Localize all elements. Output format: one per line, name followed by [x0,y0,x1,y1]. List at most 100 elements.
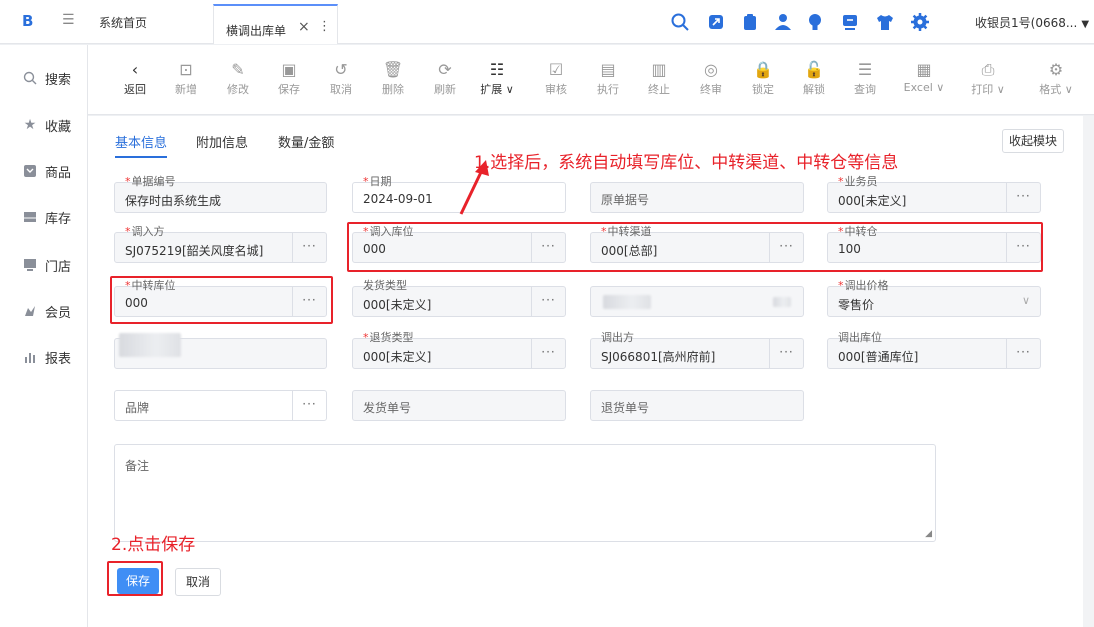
extend-button[interactable]: ☷ 扩展 ∨ [467,59,527,97]
menu-toggle-icon[interactable]: ☰ [62,12,75,28]
sidebar-item-member[interactable]: 会员 [22,301,71,321]
final-audit-label: 终审 [700,83,722,96]
query-button[interactable]: ☰ 查询 [835,59,895,97]
query-label: 查询 [854,83,876,96]
gear-icon[interactable] [910,12,930,32]
cancel-button[interactable]: 取消 [175,568,221,596]
undo-button[interactable]: ↺ 取消 [311,59,371,97]
doc-number-field[interactable]: *单据编号 保存时由系统生成 [114,176,327,213]
bulb-icon[interactable] [805,12,825,32]
collapse-module-button[interactable]: 收起模块 [1002,129,1064,153]
return-type-picker-button[interactable]: ··· [531,339,565,368]
format-button[interactable]: ⚙ 格式 ∨ [1026,59,1086,97]
original-doc-field[interactable]: 原单据号 [590,182,804,213]
sidebar-item-store[interactable]: 门店 [22,255,71,275]
toolbar-save-button[interactable]: ▣ 保存 [259,59,319,97]
search-icon[interactable] [670,12,690,32]
unlock-label: 解锁 [803,83,825,96]
redacted-field[interactable] [590,286,804,317]
screen-icon[interactable] [840,12,860,32]
salesman-field[interactable]: *业务员 000[未定义] ··· [827,176,1041,213]
out-party-picker-button[interactable]: ··· [769,339,803,368]
tab-home[interactable]: 系统首页 [99,14,147,31]
tab-basic-info[interactable]: 基本信息 [115,132,167,151]
clipboard-icon[interactable] [740,12,760,32]
refresh-label: 刷新 [434,83,456,96]
audit-button[interactable]: ☑ 审核 [526,59,586,97]
stock-icon [22,209,38,225]
shirt-icon[interactable] [875,12,895,32]
brand-field[interactable]: 品牌 ··· [114,390,327,421]
form-panel: 基本信息 附加信息 数量/金额 收起模块 *单据编号 保存时由系统生成 *日期 … [88,116,1094,627]
remark-placeholder: 备注 [125,459,150,473]
out-location-field[interactable]: 调出库位 000[普通库位] ··· [827,332,1041,369]
ship-number-placeholder: 发货单号 [363,401,412,415]
sidebar-item-label: 门店 [45,259,72,275]
sidebar-item-stock[interactable]: 库存 [22,207,71,227]
print-button[interactable]: ⎙ 打印 ∨ [958,59,1018,97]
return-type-field[interactable]: *退货类型 000[未定义] ··· [352,332,566,369]
sidebar-item-goods[interactable]: 商品 [22,161,71,181]
ship-number-field[interactable]: 发货单号 [352,390,566,421]
out-location-value: 000[普通库位] [838,350,919,364]
scrollbar[interactable] [1083,116,1094,627]
sidebar-item-favorites[interactable]: ★ 收藏 [22,115,71,135]
salesman-value: 000[未定义] [838,194,907,208]
print-icon: ⎙ [981,60,995,79]
resize-grip-icon[interactable]: ◢ [925,529,932,539]
in-party-field[interactable]: *调入方 SJ075219[韶关风度名城] ··· [114,226,327,263]
out-party-label: 调出方 [601,331,634,344]
user-menu[interactable]: 收银员1号(0668... ▼ [975,14,1089,31]
resize-icon[interactable] [706,12,726,32]
add-button[interactable]: ⊡ 新增 [156,59,216,97]
out-location-label: 调出库位 [838,331,882,344]
goods-icon [22,163,38,179]
tab-transfer-out[interactable]: 横调出库单 × ⋮ [213,4,338,44]
chevron-down-icon: ∨ [1021,294,1030,307]
out-price-select[interactable]: *调出价格 零售价 ∨ [827,280,1041,317]
delete-button[interactable]: 🗑 删除 [363,59,423,97]
date-label: 日期 [369,175,392,188]
active-tab-indicator [115,156,167,158]
user-icon[interactable] [773,12,793,32]
remark-textarea[interactable]: 备注 ◢ [114,444,936,542]
terminate-button[interactable]: ▥ 终止 [629,59,689,97]
sidebar: 搜索 ★ 收藏 商品 库存 门店 会员 报表 [0,45,88,627]
out-party-value: SJ066801[高州府前] [601,350,716,364]
sidebar-item-label: 商品 [45,165,72,181]
out-price-value: 零售价 [838,298,875,312]
out-party-field[interactable]: 调出方 SJ066801[高州府前] ··· [590,332,804,369]
annotation-box-auto-fill [347,222,1043,272]
close-icon[interactable]: × [298,19,310,35]
tab-quantity-amount[interactable]: 数量/金额 [278,132,334,151]
redacted-field-2[interactable] [114,333,327,369]
sidebar-item-label: 库存 [45,211,72,227]
salesman-picker-button[interactable]: ··· [1006,183,1040,212]
return-number-field[interactable]: 退货单号 [590,390,804,421]
ship-type-picker-button[interactable]: ··· [531,287,565,316]
excel-label: Excel ∨ [903,81,945,94]
required-mark: * [125,175,131,188]
more-icon[interactable]: ⋮ [318,19,331,34]
tab-extra-info[interactable]: 附加信息 [196,132,248,151]
return-type-value: 000[未定义] [363,350,432,364]
ship-type-field[interactable]: 发货类型 000[未定义] ··· [352,280,566,317]
field-label: 调出方 [601,332,634,344]
doc-number-label: 单据编号 [131,175,176,188]
audit-icon: ☑ [548,60,564,79]
sidebar-item-search[interactable]: 搜索 [22,68,71,88]
out-location-picker-button[interactable]: ··· [1006,339,1040,368]
final-audit-button[interactable]: ◎ 终审 [681,59,741,97]
in-party-picker-button[interactable]: ··· [292,233,326,262]
refresh-button[interactable]: ⟳ 刷新 [415,59,475,97]
report-icon [22,349,38,365]
refresh-icon: ⟳ [438,60,452,79]
brand-picker-button[interactable]: ··· [292,391,326,420]
out-price-label: 调出价格 [844,279,889,292]
field-label: *单据编号 [125,176,176,188]
field-label: *调入方 [125,226,165,238]
sidebar-item-label: 报表 [45,351,72,367]
excel-button[interactable]: ▦ Excel ∨ [894,59,954,94]
field-label: *退货类型 [363,332,414,344]
sidebar-item-report[interactable]: 报表 [22,347,71,367]
